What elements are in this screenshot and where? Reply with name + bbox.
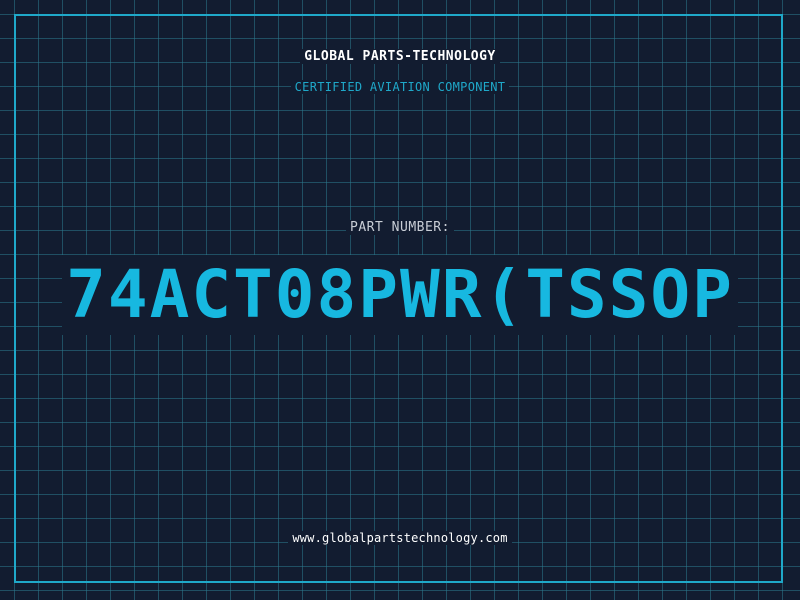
website-row: www.globalpartstechnology.com [0, 531, 800, 545]
subtitle-row: CERTIFIED AVIATION COMPONENT [0, 80, 800, 94]
part-number-label-row: PART NUMBER: [0, 220, 800, 235]
certificate-card: GLOBAL PARTS-TECHNOLOGY CERTIFIED AVIATI… [0, 0, 800, 600]
company-name: GLOBAL PARTS-TECHNOLOGY [300, 49, 500, 64]
part-number-label: PART NUMBER: [346, 220, 454, 235]
part-number-value: 74ACT08PWR(TSSOP [62, 255, 738, 335]
website-link[interactable]: www.globalpartstechnology.com [288, 531, 512, 545]
company-name-row: GLOBAL PARTS-TECHNOLOGY [0, 49, 800, 64]
certification-subtitle: CERTIFIED AVIATION COMPONENT [290, 80, 510, 94]
part-number-row: 74ACT08PWR(TSSOP [0, 255, 800, 335]
